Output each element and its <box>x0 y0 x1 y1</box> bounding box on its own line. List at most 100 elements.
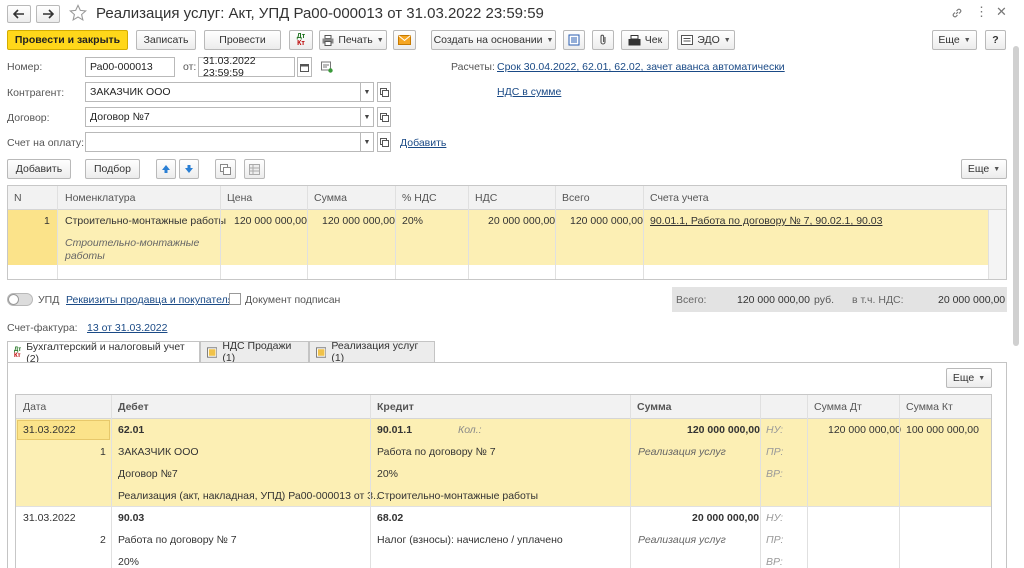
contract-field[interactable]: Договор №7 <box>85 107 361 127</box>
col-total: Всего <box>562 192 590 204</box>
envelope-icon <box>398 35 411 45</box>
entries-more-button[interactable]: Еще ▼ <box>946 368 992 388</box>
forward-button[interactable] <box>36 5 60 23</box>
arrow-up-icon <box>162 165 170 173</box>
table-row[interactable]: 31.03.2022 2 90.03 Работа по договору № … <box>16 506 991 568</box>
pr-label: ПР: <box>766 446 784 458</box>
col-n: N <box>14 192 22 204</box>
items-scrollbar[interactable] <box>988 210 1006 279</box>
move-up-button[interactable] <box>156 159 176 179</box>
email-button[interactable] <box>393 30 416 50</box>
debit-subconto-3: Реализация (акт, накладная, УПД) Ра00-00… <box>118 490 382 502</box>
number-field[interactable]: Ра00-000013 <box>85 57 175 77</box>
col-divider <box>220 186 221 279</box>
entry-content: Реализация услуг <box>638 446 726 458</box>
credit-subconto-1: Налог (взносы): начислено / уплачено <box>377 534 563 546</box>
arrow-down-icon <box>185 165 193 173</box>
add-item-button[interactable]: Добавить <box>7 159 71 179</box>
calendar-button[interactable] <box>297 57 312 77</box>
arrow-left-icon <box>13 9 24 19</box>
edo-button[interactable]: ЭДО ▼ <box>677 30 735 50</box>
date-field[interactable]: 31.03.2022 23:59:59 <box>198 55 295 79</box>
contract-label: Договор: <box>7 112 50 124</box>
structure-icon <box>568 34 580 46</box>
contractor-open-button[interactable] <box>377 82 391 102</box>
table-row[interactable]: 31.03.2022 1 62.01 ЗАКАЗЧИК ООО Договор … <box>16 419 991 506</box>
structure-button[interactable] <box>563 30 585 50</box>
paperclip-icon <box>600 34 606 45</box>
table-row[interactable]: 1 Строительно-монтажные работы Строитель… <box>8 210 988 265</box>
contract-dropdown[interactable]: ▼ <box>360 107 374 127</box>
entries-table[interactable]: Дата Дебет Кредит Сумма Сумма Дт Сумма К… <box>15 394 992 568</box>
settlements-link[interactable]: Срок 30.04.2022, 62.01, 62.02, зачет ава… <box>497 61 785 73</box>
invoice-for-payment-field[interactable] <box>85 132 361 152</box>
contract-open-button[interactable] <box>377 107 391 127</box>
history-icon[interactable] <box>321 61 333 76</box>
window-scrollbar[interactable] <box>1013 46 1019 346</box>
calendar-icon <box>300 63 309 72</box>
debit-subconto-2: 20% <box>118 556 140 568</box>
favorite-star-icon[interactable] <box>68 4 88 25</box>
col-vat: НДС <box>475 192 498 204</box>
col-date: Дата <box>23 401 47 413</box>
tab-services-sales[interactable]: Реализация услуг (1) <box>309 340 435 364</box>
pick-button[interactable]: Подбор <box>85 159 140 179</box>
chevron-down-icon: ▼ <box>963 36 971 44</box>
debit-account: 90.03 <box>118 512 145 524</box>
row-name: Строительно-монтажные работы <box>65 215 227 227</box>
col-accounts: Счета учета <box>650 192 709 204</box>
help-button[interactable]: ? <box>985 30 1006 50</box>
print-button[interactable]: Печать ▼ <box>319 30 387 50</box>
requisites-link[interactable]: Реквизиты продавца и покупателя <box>66 294 233 306</box>
debit-subconto-1: ЗАКАЗЧИК ООО <box>118 446 199 458</box>
dt-kt-button[interactable]: Дт Кт <box>289 30 313 50</box>
contractor-field[interactable]: ЗАКАЗЧИК ООО <box>85 82 361 102</box>
link-icon[interactable] <box>951 7 963 22</box>
credit-subconto-2: 20% <box>377 468 399 480</box>
row-accounts-link[interactable]: 90.01.1, Работа по договору № 7, 90.02.1… <box>650 215 882 227</box>
dt-kt-icon: Дт Кт <box>14 346 22 359</box>
save-button[interactable]: Записать <box>136 30 196 50</box>
window-title: Реализация услуг: Акт, УПД Ра00-000013 о… <box>96 5 544 22</box>
open-link-icon <box>379 137 389 147</box>
contractor-dropdown[interactable]: ▼ <box>360 82 374 102</box>
debit-account: 62.01 <box>118 424 145 436</box>
settlements-label: Расчеты: <box>451 61 495 73</box>
barcode-button[interactable] <box>244 159 265 179</box>
tab-vat-sales[interactable]: НДС Продажи (1) <box>200 340 309 364</box>
create-on-basis-button[interactable]: Создать на основании ▼ <box>431 30 556 50</box>
tab-accounting[interactable]: Дт Кт Бухгалтерский и налоговый учет (2) <box>7 341 200 365</box>
vat-in-sum-link[interactable]: НДС в сумме <box>497 86 561 98</box>
back-button[interactable] <box>7 5 31 23</box>
col-credit: Кредит <box>377 401 414 413</box>
row-number: 1 <box>44 215 50 227</box>
copy-button[interactable] <box>215 159 236 179</box>
invoice-open-button[interactable] <box>377 132 391 152</box>
upd-toggle[interactable] <box>7 293 33 306</box>
post-button[interactable]: Провести <box>204 30 281 50</box>
entries-table-header: Дата Дебет Кредит Сумма Сумма Дт Сумма К… <box>16 395 991 419</box>
check-button[interactable]: Чек <box>621 30 669 50</box>
items-table[interactable]: N Номенклатура Цена Сумма % НДС НДС Всег… <box>7 185 1007 280</box>
document-signed-checkbox[interactable] <box>229 293 241 305</box>
col-divider <box>807 395 808 568</box>
col-sum-dt: Сумма Дт <box>814 401 862 413</box>
attach-button[interactable] <box>592 30 614 50</box>
more-vertical-icon[interactable]: ⋮ <box>975 5 988 19</box>
close-icon[interactable]: ✕ <box>996 4 1007 20</box>
move-down-button[interactable] <box>179 159 199 179</box>
entry-number: 1 <box>100 446 106 458</box>
sum-kt-value: 100 000 000,00 <box>906 424 979 436</box>
more-button[interactable]: Еще ▼ <box>932 30 977 50</box>
chevron-down-icon: ▼ <box>363 88 371 96</box>
chevron-down-icon: ▼ <box>363 138 371 146</box>
add-invoice-link[interactable]: Добавить <box>400 137 446 149</box>
table-icon <box>249 163 260 175</box>
invoice-dropdown[interactable]: ▼ <box>360 132 374 152</box>
invoice-link[interactable]: 13 от 31.03.2022 <box>87 322 167 334</box>
post-and-close-button[interactable]: Провести и закрыть <box>7 30 128 50</box>
credit-subconto-1: Работа по договору № 7 <box>377 446 496 458</box>
items-table-header: N Номенклатура Цена Сумма % НДС НДС Всег… <box>8 186 1006 210</box>
items-more-button[interactable]: Еще ▼ <box>961 159 1007 179</box>
invoice-for-payment-label: Счет на оплату: <box>7 137 85 149</box>
